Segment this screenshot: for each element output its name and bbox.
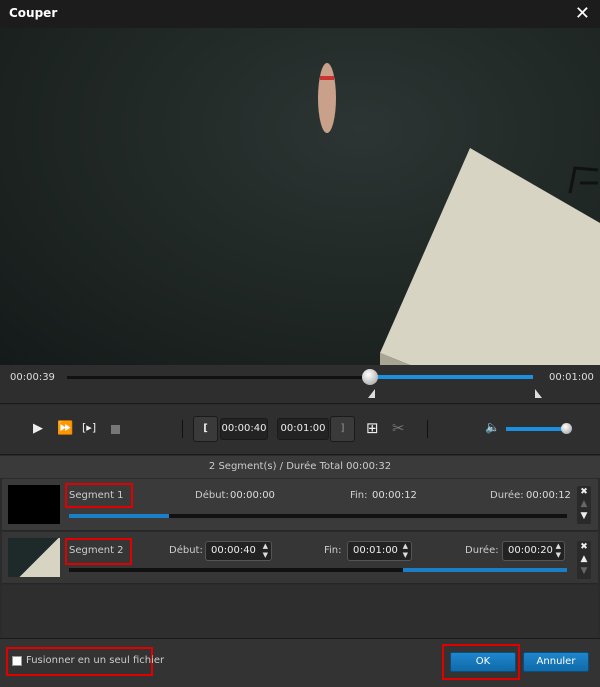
- end-marker[interactable]: [535, 389, 542, 398]
- start-time-field[interactable]: 00:00:40: [220, 418, 268, 440]
- delete-icon[interactable]: ✖: [577, 541, 591, 553]
- start-value: 00:00:00: [230, 490, 275, 501]
- end-label: Fin:: [324, 545, 342, 556]
- volume-thumb[interactable]: [561, 423, 572, 434]
- spinner-arrows-icon[interactable]: ▲ ▼: [403, 542, 408, 560]
- segment-actions: ✖ ▲ ▼: [577, 541, 591, 579]
- window-title: Couper: [9, 6, 58, 20]
- start-marker[interactable]: [368, 389, 375, 398]
- play-selection-icon[interactable]: [▸]: [82, 421, 96, 434]
- ok-button[interactable]: OK: [450, 652, 516, 672]
- segment-thumbnail: [8, 538, 60, 577]
- video-preview: [0, 28, 600, 365]
- delete-icon[interactable]: ✖: [577, 486, 591, 498]
- segment-range-bar: [69, 514, 567, 518]
- segment-name: Segment 1: [69, 490, 124, 501]
- play-icon[interactable]: ▶: [33, 421, 43, 436]
- duration-label: Durée:: [490, 490, 524, 501]
- end-spinner[interactable]: 00:01:00 ▲ ▼: [347, 541, 412, 561]
- timeline-panel: [0, 365, 600, 404]
- start-value: 00:00:40: [211, 545, 256, 556]
- end-time-field[interactable]: 00:01:00: [277, 418, 329, 440]
- scissors-icon[interactable]: ✂: [392, 419, 405, 437]
- start-label: Début:: [169, 545, 203, 556]
- cancel-button[interactable]: Annuler: [523, 652, 589, 672]
- set-end-button[interactable]: ]: [330, 416, 355, 442]
- timeline-thumb[interactable]: [362, 369, 378, 385]
- platform: [380, 148, 600, 365]
- segment-list-empty: [2, 585, 598, 638]
- segment-range-bar: [69, 568, 567, 572]
- move-up-icon[interactable]: ▲: [577, 553, 591, 565]
- end-value: 00:00:12: [372, 490, 417, 501]
- timeline-selection: [370, 375, 533, 379]
- stop-icon[interactable]: [111, 425, 120, 434]
- set-start-button[interactable]: [: [193, 416, 218, 442]
- segment-actions: ✖ ▲ ▼: [577, 486, 591, 524]
- add-segment-icon[interactable]: ⊞: [366, 419, 379, 437]
- move-down-icon[interactable]: ▼: [577, 510, 591, 522]
- merge-checkbox[interactable]: [12, 656, 22, 666]
- duration-value: 00:00:12: [526, 490, 571, 501]
- duration-value: 00:00:20: [508, 545, 553, 556]
- volume-icon[interactable]: 🔈: [485, 420, 500, 434]
- move-down-icon[interactable]: ▼: [577, 565, 591, 577]
- spinner-arrows-icon[interactable]: ▲ ▼: [556, 542, 561, 560]
- close-icon[interactable]: ✕: [575, 3, 590, 24]
- title-bar: [0, 0, 600, 28]
- duration-spinner[interactable]: 00:00:20 ▲ ▼: [502, 541, 565, 561]
- fast-forward-icon[interactable]: ⏩: [57, 421, 73, 436]
- end-time: 00:01:00: [549, 372, 594, 383]
- segment-name: Segment 2: [69, 545, 124, 556]
- merge-label: Fusionner en un seul fichier: [26, 655, 165, 666]
- end-value: 00:01:00: [353, 545, 398, 556]
- start-spinner[interactable]: 00:00:40 ▲ ▼: [205, 541, 272, 561]
- end-label: Fin:: [350, 490, 368, 501]
- segments-summary: 2 Segment(s) / Durée Total 00:00:32: [0, 456, 600, 478]
- diver: [318, 63, 336, 133]
- spinner-arrows-icon[interactable]: ▲ ▼: [263, 542, 268, 560]
- volume-slider[interactable]: [506, 427, 566, 431]
- video-frame: [318, 63, 600, 365]
- segment-row[interactable]: Segment 1 Début: 00:00:00 Fin: 00:00:12 …: [2, 479, 598, 531]
- segment-thumbnail: [8, 485, 60, 524]
- move-up-icon[interactable]: ▲: [577, 498, 591, 510]
- start-label: Début:: [195, 490, 229, 501]
- divider: [182, 420, 183, 438]
- segment-row[interactable]: Segment 2 Début: 00:00:40 ▲ ▼ Fin: 00:01:0…: [2, 532, 598, 584]
- current-time: 00:00:39: [10, 372, 55, 383]
- duration-label: Durée:: [465, 545, 499, 556]
- divider: [427, 420, 428, 438]
